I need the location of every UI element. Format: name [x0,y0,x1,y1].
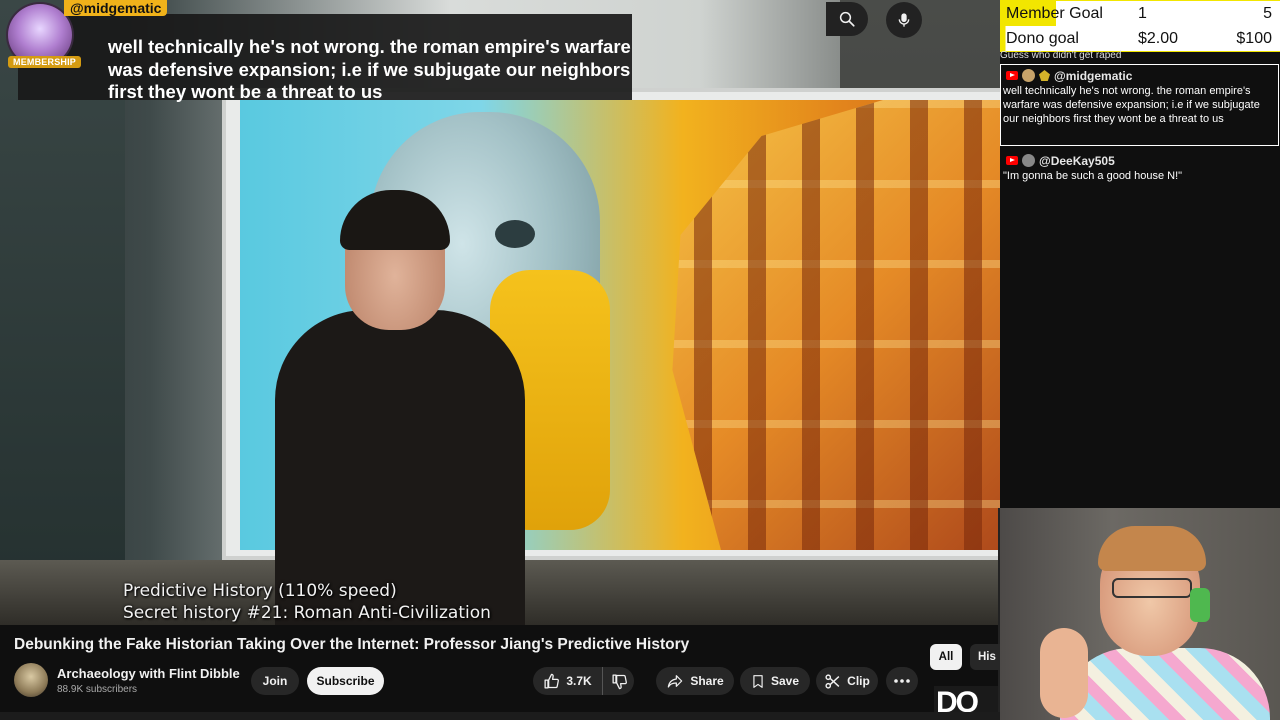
bottom-bar [0,712,1000,720]
video-caption-line1: Predictive History (110% speed) [123,581,397,601]
membership-badge: MEMBERSHIP [8,56,82,68]
member-goal-target: 5 [1263,5,1272,22]
member-goal-current: 1 [1138,5,1147,22]
share-arrow-icon [668,675,683,688]
like-count: 3.7K [566,674,592,688]
thumbs-down-icon [612,673,627,689]
user-avatar [1022,69,1035,82]
webcam-headset [1190,588,1210,622]
thumbs-up-icon [544,673,560,689]
channel-subscriber-count: 88.9K subscribers [57,684,138,695]
save-label: Save [770,674,800,688]
dislike-button[interactable] [605,667,634,695]
chat-username: @midgematic [1054,68,1133,83]
voice-search-button[interactable] [886,2,922,38]
colosseum-image [672,100,1000,550]
like-dislike-group: 3.7K [533,667,634,695]
more-horizontal-icon [894,679,910,683]
chat-panel: Guess who didn't get raped @midgematic w… [1000,50,1280,507]
video-title: Debunking the Fake Historian Taking Over… [14,636,690,653]
streamer-webcam [998,508,1280,720]
video-caption: Predictive History (110% speed) Secret h… [123,580,491,624]
video-caption-line2: Secret history #21: Roman Anti-Civilizat… [123,603,491,623]
webcam-glasses [1112,578,1192,598]
bookmark-icon [753,674,763,688]
channel-name[interactable]: Archaeology with Flint Dibble [57,666,240,681]
channel-avatar[interactable] [14,663,48,697]
chat-message: @midgematic well technically he's not wr… [1000,64,1279,146]
more-actions-button[interactable] [886,667,918,695]
search-button[interactable] [826,2,868,36]
chat-message-text: "Im gonna be such a good house N!" [1003,170,1183,182]
highlighted-username: @midgematic [64,0,168,16]
mic-icon [898,13,910,27]
share-label: Share [690,674,724,688]
goal-panel: Member Goal 1 5 Dono goal $2.00 $100 [1000,0,1280,52]
scissors-icon [825,673,840,689]
like-button[interactable]: 3.7K [533,667,603,695]
stream-screen: Predictive History (110% speed) Secret h… [0,0,1280,720]
chat-truncated-line: Guess who didn't get raped [1000,50,1122,61]
clip-button[interactable]: Clip [816,667,878,695]
statue-eye [495,220,535,248]
webcam-shirt [1060,648,1270,720]
subscribe-button[interactable]: Subscribe [307,667,384,695]
webcam-hand [1040,628,1088,718]
chat-message-header: @DeeKay505 [1002,152,1277,169]
dono-goal-target: $100 [1236,30,1272,47]
clip-label: Clip [847,674,870,688]
dono-goal-label: Dono goal [1006,30,1079,47]
search-icon [839,11,855,27]
dono-goal-current: $2.00 [1138,30,1179,47]
member-goal-label: Member Goal [1006,5,1103,22]
highlighted-message-text: well technically he's not wrong. the rom… [108,36,631,102]
member-badge-icon [1039,70,1050,81]
youtube-icon [1006,156,1018,165]
highlighted-chat-message: well technically he's not wrong. the rom… [18,14,632,102]
youtube-icon [1006,71,1018,80]
join-button[interactable]: Join [251,667,299,695]
chat-message-header: @midgematic [1002,67,1276,84]
save-button[interactable]: Save [740,667,810,695]
presenter-body [275,310,525,625]
member-goal-row: Member Goal 1 5 [1000,1,1280,26]
user-avatar [1022,154,1035,167]
share-button[interactable]: Share [656,667,734,695]
chip-all[interactable]: All [930,644,962,670]
chat-message: @DeeKay505 "Im gonna be such a good hous… [1000,150,1279,185]
webcam-hair [1098,526,1206,571]
dono-goal-row: Dono goal $2.00 $100 [1000,26,1280,51]
chip-his[interactable]: His [970,644,1000,670]
chat-username: @DeeKay505 [1039,153,1115,168]
chat-message-text: well technically he's not wrong. the rom… [1003,85,1260,125]
